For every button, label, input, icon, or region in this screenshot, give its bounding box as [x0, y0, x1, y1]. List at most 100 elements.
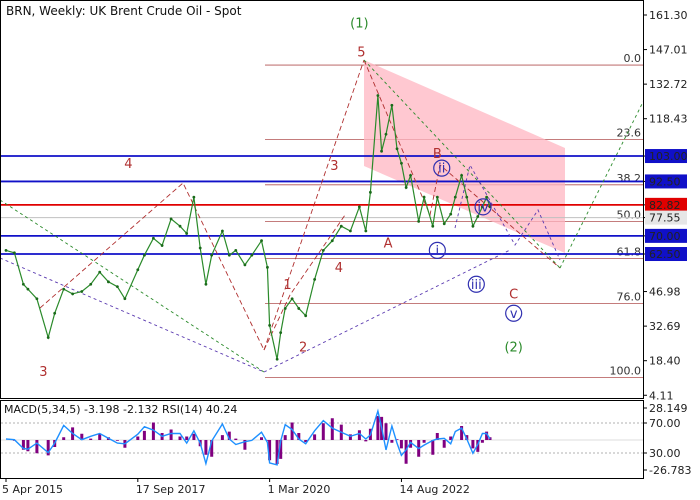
wave-label-5: 1 — [283, 278, 291, 293]
price-point-37 — [290, 297, 294, 301]
chart-title: BRN, Weekly: UK Brent Crude Oil - Spot — [6, 4, 242, 18]
price-point-31 — [260, 239, 263, 243]
fib-label-5: 76.0 — [617, 291, 642, 304]
price-point-4 — [35, 297, 39, 301]
y-tick-13: 4.11 — [649, 389, 674, 402]
price-point-9 — [80, 290, 84, 293]
price-point-10 — [89, 282, 93, 286]
chart: 0.023.638.250.061.876.0100.0 345(C)B1234… — [0, 0, 700, 500]
wave-label-10: (1) — [350, 16, 368, 31]
price-point-29 — [243, 263, 247, 267]
price-point-61 — [449, 212, 453, 216]
price-point-46 — [364, 229, 368, 233]
price-point-15 — [136, 268, 140, 272]
fib-label-6: 100.0 — [610, 365, 642, 378]
y-tick-10: 46.98 — [649, 286, 681, 299]
wave-label-18: C — [509, 287, 518, 302]
price-point-42 — [330, 239, 334, 243]
price-point-23 — [198, 246, 202, 250]
price-point-64 — [465, 195, 469, 199]
price-point-14 — [123, 297, 127, 301]
price-point-16 — [143, 253, 146, 257]
wave-label-1: 4 — [124, 157, 132, 172]
wave-label-16: iv — [477, 200, 489, 215]
price-point-45 — [357, 205, 361, 209]
price-point-41 — [321, 248, 325, 252]
wave-label-11: A — [384, 237, 393, 252]
y-tick-11: 32.69 — [649, 320, 681, 333]
price-point-20 — [178, 224, 182, 228]
price-point-43 — [339, 224, 343, 228]
price-point-38 — [297, 307, 301, 310]
price-point-32 — [266, 265, 269, 269]
price-point-66 — [476, 215, 480, 218]
y-tick-7: 77.55 — [649, 212, 681, 225]
price-point-21 — [185, 232, 189, 235]
fib-label-2: 38.2 — [617, 172, 642, 185]
y-tick-4: 103.00 — [649, 150, 688, 163]
wave-label-15: iii — [471, 278, 482, 293]
fib-label-3: 50.0 — [617, 208, 642, 221]
x-tick-0: 5 Apr 2015 — [2, 483, 63, 496]
price-point-8 — [71, 292, 75, 296]
fib-label-1: 23.6 — [617, 126, 642, 139]
price-point-22 — [192, 195, 196, 199]
price-point-35 — [279, 331, 283, 335]
wave-label-6: 2 — [299, 341, 307, 356]
price-point-40 — [313, 278, 317, 281]
ind-y-tick-2: 30.00 — [649, 447, 681, 460]
price-point-44 — [348, 229, 352, 233]
price-point-26 — [221, 229, 224, 233]
price-point-48 — [376, 94, 380, 97]
price-point-12 — [106, 280, 110, 284]
y-tick-3: 118.43 — [649, 113, 688, 126]
wave-label-14: ii — [438, 162, 445, 177]
price-point-58 — [431, 224, 435, 228]
y-tick-12: 18.40 — [649, 355, 681, 368]
price-point-68 — [485, 195, 489, 199]
y-tick-2: 132.72 — [649, 78, 688, 91]
indicator-label: MACD(5,34,5) -3.198 -2.132 RSI(14) 40.24 — [4, 403, 237, 416]
price-point-51 — [390, 103, 394, 107]
fib-label-0: 0.0 — [624, 52, 642, 65]
price-point-13 — [115, 285, 119, 289]
wave-label-9: 5 — [357, 46, 365, 61]
price-point-55 — [409, 173, 412, 177]
price-point-3 — [26, 287, 30, 291]
price-point-25 — [210, 253, 214, 257]
price-point-11 — [98, 270, 102, 274]
price-point-0 — [4, 248, 8, 252]
y-tick-9: 62.50 — [649, 248, 681, 261]
price-point-62 — [453, 195, 457, 199]
price-point-17 — [152, 236, 155, 240]
price-point-36 — [283, 307, 287, 310]
y-tick-8: 70.00 — [649, 230, 681, 243]
price-point-2 — [21, 282, 25, 286]
price-point-59 — [435, 195, 439, 199]
price-point-6 — [53, 311, 57, 315]
price-point-50 — [384, 132, 388, 136]
wave-label-7: 3 — [330, 159, 338, 174]
price-point-7 — [62, 287, 66, 291]
wave-label-17: v — [510, 307, 518, 322]
ind-y-tick-1: 70.00 — [649, 417, 681, 430]
price-point-60 — [442, 222, 446, 226]
price-point-28 — [234, 248, 238, 252]
y-tick-6: 82.82 — [649, 199, 681, 212]
x-tick-3: 14 Aug 2022 — [399, 483, 469, 496]
price-point-63 — [460, 173, 464, 177]
y-tick-1: 147.01 — [649, 44, 688, 57]
y-tick-5: 92.50 — [649, 175, 681, 188]
x-tick-1: 17 Sep 2017 — [136, 483, 206, 496]
price-point-65 — [471, 224, 475, 228]
wave-label-19: (2) — [504, 341, 522, 356]
price-point-56 — [417, 219, 421, 223]
price-point-19 — [169, 217, 173, 221]
wave-label-8: 4 — [335, 261, 343, 276]
y-tick-0: 161.30 — [649, 9, 688, 22]
price-point-49 — [380, 149, 383, 153]
price-point-18 — [160, 244, 164, 247]
price-point-34 — [275, 357, 279, 361]
price-point-1 — [12, 251, 16, 255]
price-point-27 — [227, 253, 231, 257]
